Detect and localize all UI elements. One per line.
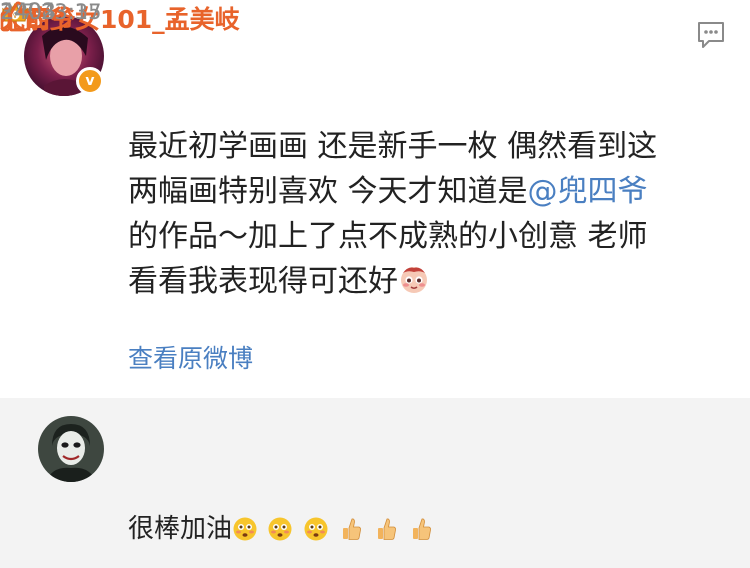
- view-original-link[interactable]: 查看原微博: [128, 339, 253, 375]
- thumbs-up-emoji: [413, 518, 432, 540]
- comment-line: 看看我表现得可还好: [128, 259, 728, 304]
- comment-body: 最近初学画画 还是新手一枚 偶然看到这 两幅画特别喜欢 今天才知道是@兜四爷 的…: [128, 124, 728, 304]
- reply-comment-icon[interactable]: [696, 20, 726, 50]
- reply-text: 很棒加油: [128, 514, 233, 544]
- thumbs-up-emoji: [378, 518, 397, 540]
- shy-face-emoji: [401, 267, 427, 293]
- flushed-face-emoji: [304, 517, 328, 541]
- comment-line: 的作品～加上了点不成熟的小创意 老师: [128, 219, 648, 254]
- flushed-face-emoji: [268, 517, 292, 541]
- reply-user-avatar[interactable]: [38, 416, 104, 482]
- reply-like-count: 2403: [0, 0, 56, 25]
- mention-link[interactable]: @兜四爷: [528, 174, 648, 209]
- verified-badge-icon: v: [76, 67, 104, 95]
- thumbs-up-emoji: [342, 518, 361, 540]
- emoji-row: [232, 516, 435, 549]
- reply-body: 很棒加油: [128, 508, 435, 549]
- comment-line-text: 两幅画特别喜欢 今天才知道是: [128, 174, 528, 209]
- comment-line: 最近初学画画 还是新手一枚 偶然看到这: [128, 129, 658, 164]
- comment-line-text: 看看我表现得可还好: [128, 264, 398, 299]
- comment-line: 两幅画特别喜欢 今天才知道是@兜四爷: [128, 169, 728, 214]
- flushed-face-emoji: [233, 517, 257, 541]
